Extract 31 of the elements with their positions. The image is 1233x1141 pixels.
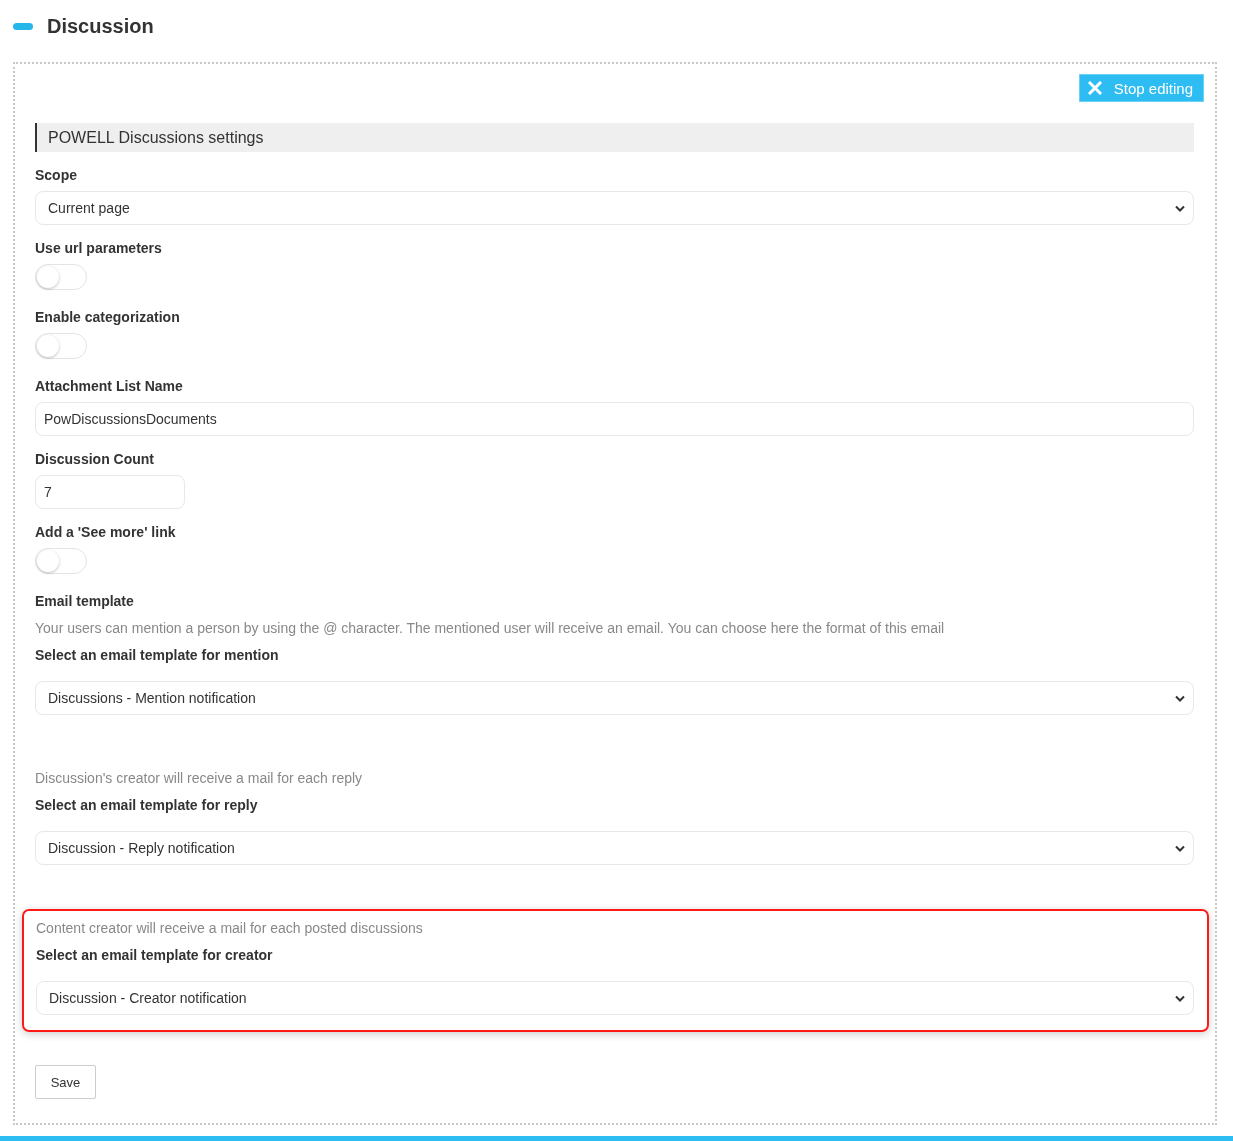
field-label: Enable categorization — [35, 309, 181, 326]
title-marker-icon — [13, 22, 33, 30]
help-text: Discussion's creator will receive a mail for each reply — [35, 770, 364, 787]
field-label: Attachment List Name — [35, 378, 184, 395]
number-field[interactable]: 7 — [35, 475, 185, 509]
dropdown[interactable]: Discussion - Reply notification — [35, 831, 1194, 865]
text-field[interactable]: PowDiscussionsDocuments — [35, 402, 1194, 436]
field-label: Select an email template for mention — [35, 647, 280, 664]
chevron-down-icon — [1175, 845, 1185, 852]
chevron-down-icon — [1175, 995, 1185, 1002]
field-label: Add a 'See more' link — [35, 524, 177, 541]
dropdown[interactable]: Discussion - Creator notification — [36, 981, 1194, 1015]
field-label: Use url parameters — [35, 240, 163, 257]
field-label: Discussion Count — [35, 451, 155, 468]
save-button[interactable]: Save — [35, 1065, 96, 1099]
help-text: Content creator will receive a mail for each posted discussions — [36, 920, 424, 937]
toggle-switch[interactable] — [35, 264, 87, 290]
dropdown[interactable]: Current page — [35, 191, 1194, 225]
chevron-down-icon — [1175, 695, 1185, 702]
toggle-switch[interactable] — [35, 333, 87, 359]
page-title: Discussion — [47, 14, 154, 38]
field-label: Select an email template for creator — [36, 947, 274, 964]
help-text: Your users can mention a person by using the @ character. The mentioned user will receive an email. You can choose here the format of this email — [35, 620, 946, 637]
dropdown[interactable]: Discussions - Mention notification — [35, 681, 1194, 715]
field-label: Select an email template for reply — [35, 797, 259, 814]
close-icon — [1087, 81, 1102, 95]
toggle-switch[interactable] — [35, 548, 87, 574]
field-label: Scope — [35, 167, 78, 184]
chevron-down-icon — [1175, 205, 1185, 212]
field-label: Email template — [35, 593, 135, 610]
section-header: POWELL Discussions settings — [35, 123, 1194, 152]
